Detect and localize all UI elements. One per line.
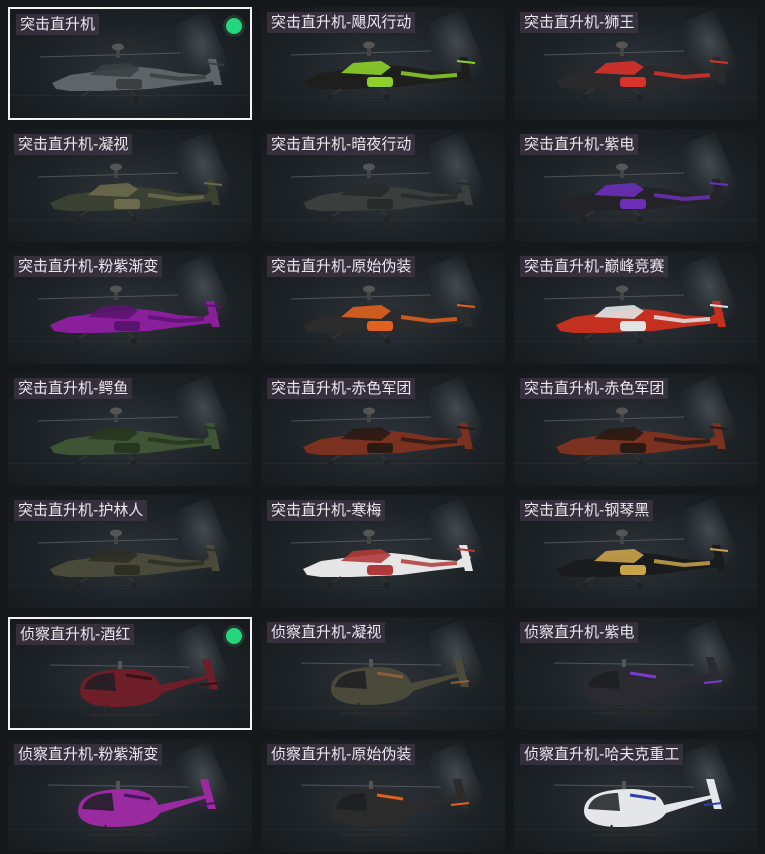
skin-name-label: 突击直升机-赤色军团 — [520, 378, 669, 399]
attack-helicopter-icon — [39, 43, 225, 102]
skin-tile[interactable]: 突击直升机-鳄鱼 — [8, 373, 252, 486]
skin-name-label: 突击直升机-原始伪装 — [267, 256, 416, 277]
skin-name-label: 侦察直升机-酒红 — [16, 624, 135, 645]
skin-name-label: 突击直升机-紫电 — [520, 134, 639, 155]
skin-tile[interactable]: 突击直升机-原始伪装 — [261, 251, 505, 364]
attack-helicopter-icon — [290, 163, 476, 222]
skin-tile[interactable]: 突击直升机-飓风行动 — [261, 7, 505, 120]
skin-name-label: 突击直升机 — [16, 14, 100, 35]
skin-name-label: 突击直升机-鳄鱼 — [14, 378, 133, 399]
attack-helicopter-icon — [543, 41, 729, 100]
skin-name-label: 侦察直升机-凝视 — [267, 622, 386, 643]
skin-tile[interactable]: 突击直升机-钢琴黑 — [514, 495, 758, 608]
skin-tile[interactable]: 突击直升机-暗夜行动 — [261, 129, 505, 242]
attack-helicopter-icon — [543, 285, 729, 344]
skin-name-label: 突击直升机-暗夜行动 — [267, 134, 416, 155]
scout-helicopter-icon — [553, 657, 723, 714]
attack-helicopter-icon — [290, 407, 476, 466]
skin-tile[interactable]: 侦察直升机-哈夫克重工 — [514, 739, 758, 852]
scout-helicopter-icon — [300, 779, 470, 836]
attack-helicopter-icon — [290, 41, 476, 100]
skin-tile[interactable]: 突击直升机-寒梅 — [261, 495, 505, 608]
attack-helicopter-icon — [290, 529, 476, 588]
skin-name-label: 突击直升机-护林人 — [14, 500, 148, 521]
skin-tile[interactable]: 突击直升机-巅峰竞赛 — [514, 251, 758, 364]
skin-name-label: 突击直升机-凝视 — [14, 134, 133, 155]
skin-tile[interactable]: 侦察直升机-粉紫渐变 — [8, 739, 252, 852]
skin-grid: 突击直升机 突击直升机-飓风行动 突击直升机-狮王 突击直升机-凝视 突击直升机… — [0, 0, 765, 854]
skin-name-label: 突击直升机-飓风行动 — [267, 12, 416, 33]
equipped-indicator-icon — [226, 628, 242, 644]
scout-helicopter-icon — [47, 779, 217, 836]
attack-helicopter-icon — [543, 163, 729, 222]
attack-helicopter-icon — [37, 163, 223, 222]
scout-helicopter-icon — [49, 659, 219, 716]
skin-name-label: 突击直升机-寒梅 — [267, 500, 386, 521]
skin-tile[interactable]: 突击直升机 — [8, 7, 252, 120]
attack-helicopter-icon — [543, 407, 729, 466]
attack-helicopter-icon — [37, 285, 223, 344]
skin-tile[interactable]: 突击直升机-狮王 — [514, 7, 758, 120]
scout-helicopter-icon — [300, 657, 470, 714]
skin-tile[interactable]: 侦察直升机-凝视 — [261, 617, 505, 730]
skin-tile[interactable]: 侦察直升机-原始伪装 — [261, 739, 505, 852]
skin-name-label: 侦察直升机-原始伪装 — [267, 744, 416, 765]
equipped-indicator-icon — [226, 18, 242, 34]
skin-tile[interactable]: 突击直升机-紫电 — [514, 129, 758, 242]
skin-tile[interactable]: 突击直升机-凝视 — [8, 129, 252, 242]
skin-name-label: 侦察直升机-粉紫渐变 — [14, 744, 163, 765]
skin-name-label: 突击直升机-粉紫渐变 — [14, 256, 163, 277]
attack-helicopter-icon — [37, 529, 223, 588]
skin-tile[interactable]: 突击直升机-粉紫渐变 — [8, 251, 252, 364]
skin-name-label: 突击直升机-钢琴黑 — [520, 500, 654, 521]
skin-tile[interactable]: 突击直升机-护林人 — [8, 495, 252, 608]
skin-name-label: 侦察直升机-哈夫克重工 — [520, 744, 684, 765]
skin-tile[interactable]: 侦察直升机-酒红 — [8, 617, 252, 730]
skin-name-label: 突击直升机-狮王 — [520, 12, 639, 33]
attack-helicopter-icon — [37, 407, 223, 466]
skin-name-label: 突击直升机-巅峰竞赛 — [520, 256, 669, 277]
attack-helicopter-icon — [290, 285, 476, 344]
skin-name-label: 突击直升机-赤色军团 — [267, 378, 416, 399]
scout-helicopter-icon — [553, 779, 723, 836]
skin-tile[interactable]: 突击直升机-赤色军团 — [261, 373, 505, 486]
skin-tile[interactable]: 突击直升机-赤色军团 — [514, 373, 758, 486]
skin-tile[interactable]: 侦察直升机-紫电 — [514, 617, 758, 730]
skin-name-label: 侦察直升机-紫电 — [520, 622, 639, 643]
attack-helicopter-icon — [543, 529, 729, 588]
